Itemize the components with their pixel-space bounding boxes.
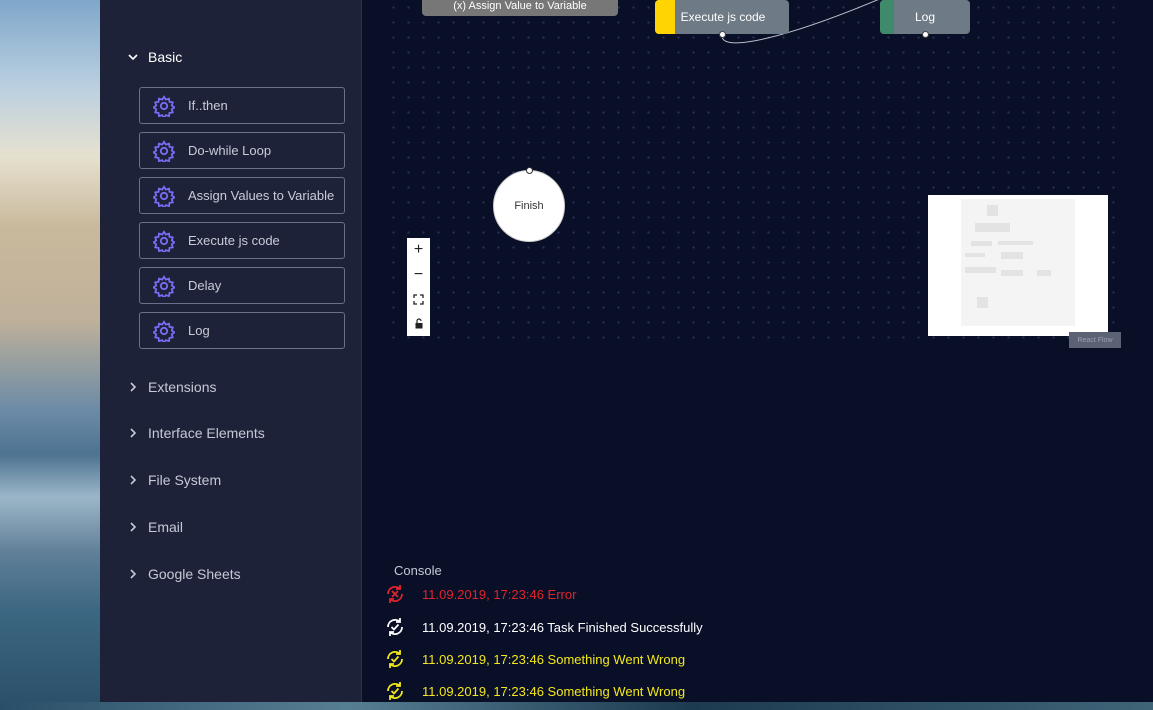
category-label: Email <box>148 519 184 535</box>
chevron-right-icon <box>130 382 137 392</box>
console-entry-text: 11.09.2019, 17:23:46 Something Went Wron… <box>422 651 686 667</box>
gear-icon <box>153 94 175 117</box>
chevron-right-icon <box>130 428 137 438</box>
sidebar-item-label: Delay <box>188 278 222 293</box>
category-label: File System <box>148 472 222 488</box>
sidebar-item-label: Assign Values to Variable <box>188 188 335 203</box>
minimap-attribution[interactable]: React Flow <box>1069 332 1121 348</box>
console-entry-warning: 11.09.2019, 17:23:46 Something Went Wron… <box>384 680 685 702</box>
category-interface-elements[interactable]: Interface Elements <box>126 423 265 443</box>
minimap-node <box>975 223 1010 232</box>
minimap-node <box>965 253 985 257</box>
console-title: Console <box>394 563 442 578</box>
node-color-stripe <box>880 0 894 34</box>
lock-button[interactable] <box>407 312 430 337</box>
console-entry-success: 11.09.2019, 17:23:46 Task Finished Succe… <box>384 616 703 638</box>
lock-icon <box>415 318 422 329</box>
zoom-controls: + − <box>407 238 430 336</box>
sidebar-item-label: If..then <box>188 98 228 113</box>
node-label: Finish <box>514 200 544 212</box>
console-entry-text: 11.09.2019, 17:23:46 Error <box>422 586 577 602</box>
minimap-node <box>1001 252 1023 259</box>
minimap-node <box>971 241 992 246</box>
sync-warning-icon <box>387 650 403 668</box>
sync-warning-icon <box>387 682 403 700</box>
node-handle[interactable] <box>526 167 533 174</box>
minimap-node <box>977 297 988 308</box>
sidebar-item-assign-values[interactable]: Assign Values to Variable <box>139 177 345 214</box>
console-entry-text: 11.09.2019, 17:23:46 Something Went Wron… <box>422 683 686 699</box>
fit-view-button[interactable] <box>407 287 430 312</box>
category-file-system[interactable]: File System <box>126 470 221 490</box>
app-window: Basic If..then Do-while Loop Assign Valu… <box>100 0 1153 702</box>
node-label: Log <box>914 10 936 24</box>
zoom-in-button[interactable]: + <box>407 238 430 263</box>
category-label: Interface Elements <box>148 425 265 441</box>
sidebar-item-label: Execute js code <box>188 233 280 248</box>
category-label: Extensions <box>148 379 217 395</box>
node-color-stripe <box>655 0 675 34</box>
desktop-wallpaper-bottom <box>0 702 1153 710</box>
node-label: (x) Assign Value to Variable <box>453 0 587 12</box>
sidebar: Basic If..then Do-while Loop Assign Valu… <box>100 0 362 702</box>
sidebar-item-log[interactable]: Log <box>139 312 345 349</box>
sidebar-item-label: Do-while Loop <box>188 143 272 158</box>
sidebar-item-execute-js[interactable]: Execute js code <box>139 222 345 259</box>
category-label: Google Sheets <box>148 566 241 582</box>
node-handle[interactable] <box>922 31 929 38</box>
gear-icon <box>153 274 175 297</box>
minimap-node <box>1037 270 1051 276</box>
sidebar-item-if-then[interactable]: If..then <box>139 87 345 124</box>
node-assign-value[interactable]: (x) Assign Value to Variable <box>422 0 618 16</box>
minimap-node <box>1001 270 1023 276</box>
sidebar-item-do-while-loop[interactable]: Do-while Loop <box>139 132 345 169</box>
sidebar-item-delay[interactable]: Delay <box>139 267 345 304</box>
category-email[interactable]: Email <box>126 517 183 537</box>
chevron-right-icon <box>130 522 137 532</box>
minimap-node <box>987 205 998 216</box>
sync-error-icon <box>387 585 403 603</box>
zoom-out-button[interactable]: − <box>407 263 430 288</box>
sidebar-item-label: Log <box>188 323 210 338</box>
gear-icon <box>153 319 175 342</box>
console-entry-warning: 11.09.2019, 17:23:46 Something Went Wron… <box>384 648 685 670</box>
node-execute-js[interactable]: Execute js code <box>655 0 789 38</box>
fit-view-icon <box>413 294 424 305</box>
node-finish[interactable]: Finish <box>493 170 565 242</box>
node-label: Execute js code <box>680 10 766 24</box>
category-basic[interactable]: Basic <box>126 47 182 67</box>
node-handle[interactable] <box>719 31 726 38</box>
sync-success-icon <box>387 618 403 636</box>
flow-canvas[interactable]: (x) Assign Value to Variable Execute js … <box>362 0 1153 702</box>
console-entry-error: 11.09.2019, 17:23:46 Error <box>384 583 576 605</box>
gear-icon <box>153 229 175 252</box>
chevron-right-icon <box>130 475 137 485</box>
chevron-right-icon <box>130 569 137 579</box>
category-extensions[interactable]: Extensions <box>126 377 216 397</box>
desktop-wallpaper <box>0 0 100 710</box>
node-log[interactable]: Log <box>880 0 970 38</box>
minimap-node <box>998 241 1033 245</box>
gear-icon <box>153 184 175 207</box>
console-entry-text: 11.09.2019, 17:23:46 Task Finished Succe… <box>422 619 703 635</box>
category-google-sheets[interactable]: Google Sheets <box>126 564 241 584</box>
minimap[interactable] <box>928 195 1108 336</box>
gear-icon <box>153 139 175 162</box>
category-label: Basic <box>148 49 183 65</box>
chevron-down-icon <box>128 54 138 61</box>
minimap-node <box>965 267 996 273</box>
